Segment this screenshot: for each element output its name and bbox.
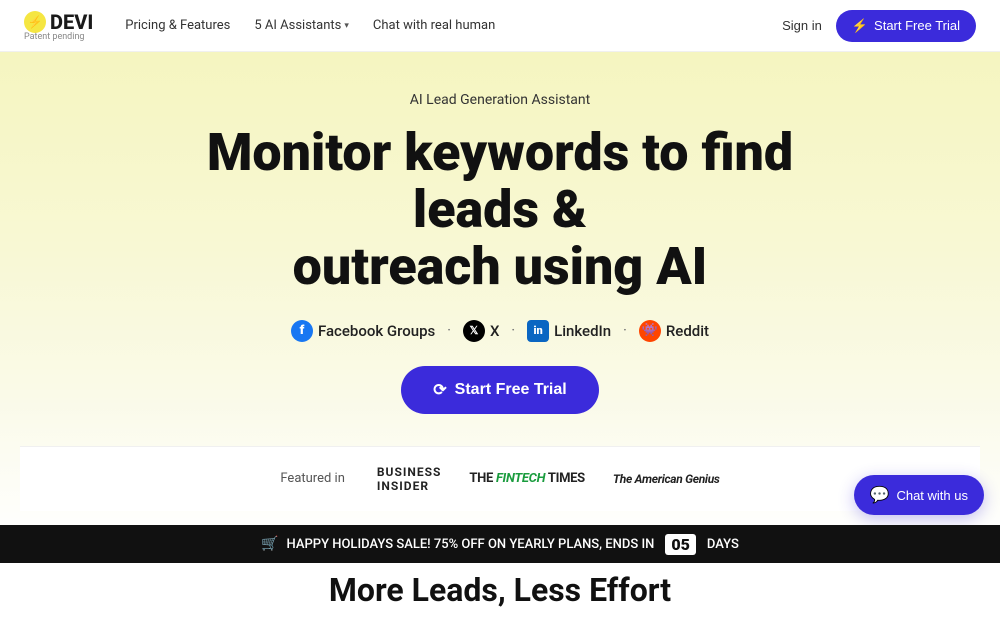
navbar-left: ⚡ DEVI Patent pending Pricing & Features…	[24, 10, 495, 42]
hero-tag: AI Lead Generation Assistant	[410, 92, 590, 108]
platform-separator-1: ·	[447, 323, 451, 338]
featured-section: Featured in BUSINESSINSIDER THE FINTECH …	[20, 446, 980, 511]
logo-wrap: ⚡ DEVI Patent pending	[24, 10, 93, 42]
nav-pricing[interactable]: Pricing & Features	[125, 18, 230, 33]
navbar-right: Sign in ⚡ Start Free Trial	[782, 10, 976, 42]
sale-text: HAPPY HOLIDAYS SALE! 75% OFF ON YEARLY P…	[287, 537, 655, 552]
sale-icon: 🛒	[261, 536, 278, 552]
trial-icon: ⚡	[852, 18, 868, 34]
logo-fintech: THE FINTECH TIMES	[469, 471, 585, 486]
reddit-label: Reddit	[666, 322, 709, 340]
logo-business-insider: BUSINESSINSIDER	[377, 465, 441, 493]
nav-chat[interactable]: Chat with real human	[373, 18, 495, 33]
hero-trial-button[interactable]: ⟳ Start Free Trial	[401, 366, 598, 414]
days-number: 05	[665, 534, 696, 555]
nav-links: Pricing & Features 5 AI Assistants ▾ Cha…	[125, 18, 495, 33]
more-leads-title: More Leads, Less Effort	[329, 571, 671, 609]
facebook-icon: f	[291, 320, 313, 342]
reddit-icon: 👾	[639, 320, 661, 342]
start-icon: ⟳	[433, 380, 446, 400]
x-icon: 𝕏	[463, 320, 485, 342]
hero-title: Monitor keywords to find leads & outreac…	[150, 124, 850, 296]
featured-label: Featured in	[280, 471, 345, 486]
platform-x: 𝕏 X	[463, 320, 499, 342]
patent-text: Patent pending	[24, 32, 84, 42]
platform-facebook: f Facebook Groups	[291, 320, 435, 342]
sign-in-button[interactable]: Sign in	[782, 18, 822, 33]
navbar: ⚡ DEVI Patent pending Pricing & Features…	[0, 0, 1000, 52]
logo-american-genius: The American Genius	[613, 472, 720, 486]
featured-logos: BUSINESSINSIDER THE FINTECH TIMES The Am…	[377, 465, 720, 493]
hero-platforms: f Facebook Groups · 𝕏 X · in LinkedIn · …	[291, 320, 709, 342]
linkedin-label: LinkedIn	[554, 322, 611, 340]
days-label: DAYS	[707, 537, 739, 552]
logo[interactable]: ⚡ DEVI	[24, 10, 93, 34]
platform-separator-3: ·	[623, 323, 627, 338]
platform-linkedin: in LinkedIn	[527, 320, 611, 342]
chevron-down-icon: ▾	[344, 21, 349, 31]
nav-ai-assistants[interactable]: 5 AI Assistants ▾	[254, 18, 349, 33]
x-label: X	[490, 322, 499, 340]
hero-section: AI Lead Generation Assistant Monitor key…	[0, 52, 1000, 541]
nav-trial-button[interactable]: ⚡ Start Free Trial	[836, 10, 976, 42]
chat-button[interactable]: 💬 Chat with us	[854, 475, 984, 515]
chat-icon: 💬	[870, 485, 890, 505]
linkedin-icon: in	[527, 320, 549, 342]
facebook-label: Facebook Groups	[318, 322, 435, 340]
logo-icon: ⚡	[24, 11, 46, 33]
bottom-bar: 🛒 HAPPY HOLIDAYS SALE! 75% OFF ON YEARLY…	[0, 525, 1000, 563]
platform-separator-2: ·	[511, 323, 515, 338]
platform-reddit: 👾 Reddit	[639, 320, 709, 342]
